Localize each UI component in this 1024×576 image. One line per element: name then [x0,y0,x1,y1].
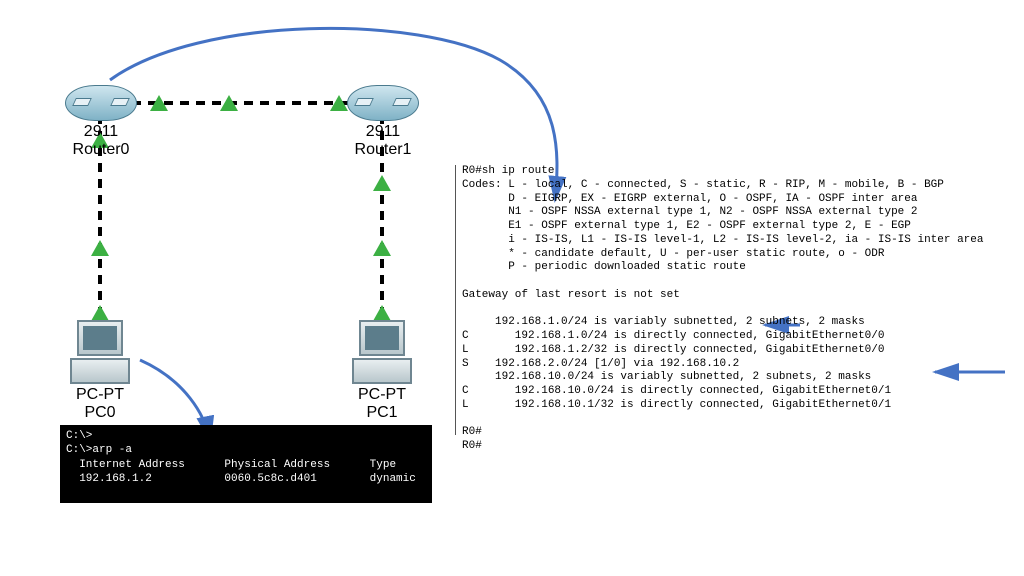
pc1-icon: PC-PT PC1 [350,320,414,421]
term-header: Internet Address Physical Address Type [66,458,426,472]
router1-icon: 2911 Router1 [347,85,419,158]
pc0-type: PC-PT [76,386,124,403]
router1-name: Router1 [355,141,412,158]
pc0-name: PC0 [84,404,115,421]
router0-model: 2911 [84,123,118,140]
pc1-name: PC1 [366,404,397,421]
pc1-type: PC-PT [358,386,406,403]
router1-model: 2911 [366,123,400,140]
route-cli: R0#sh ip route Codes: L - local, C - con… [455,165,1002,435]
term-cmd: C:\>arp -a [66,443,426,457]
pc0-icon: PC-PT PC0 [68,320,132,421]
term-row: 192.168.1.2 0060.5c8c.d401 dynamic [66,472,426,486]
arp-terminal: C:\> C:\>arp -a Internet Address Physica… [60,425,432,503]
router0-name: Router0 [73,141,130,158]
router0-icon: 2911 Router0 [65,85,137,158]
term-prompt: C:\> [66,429,426,443]
